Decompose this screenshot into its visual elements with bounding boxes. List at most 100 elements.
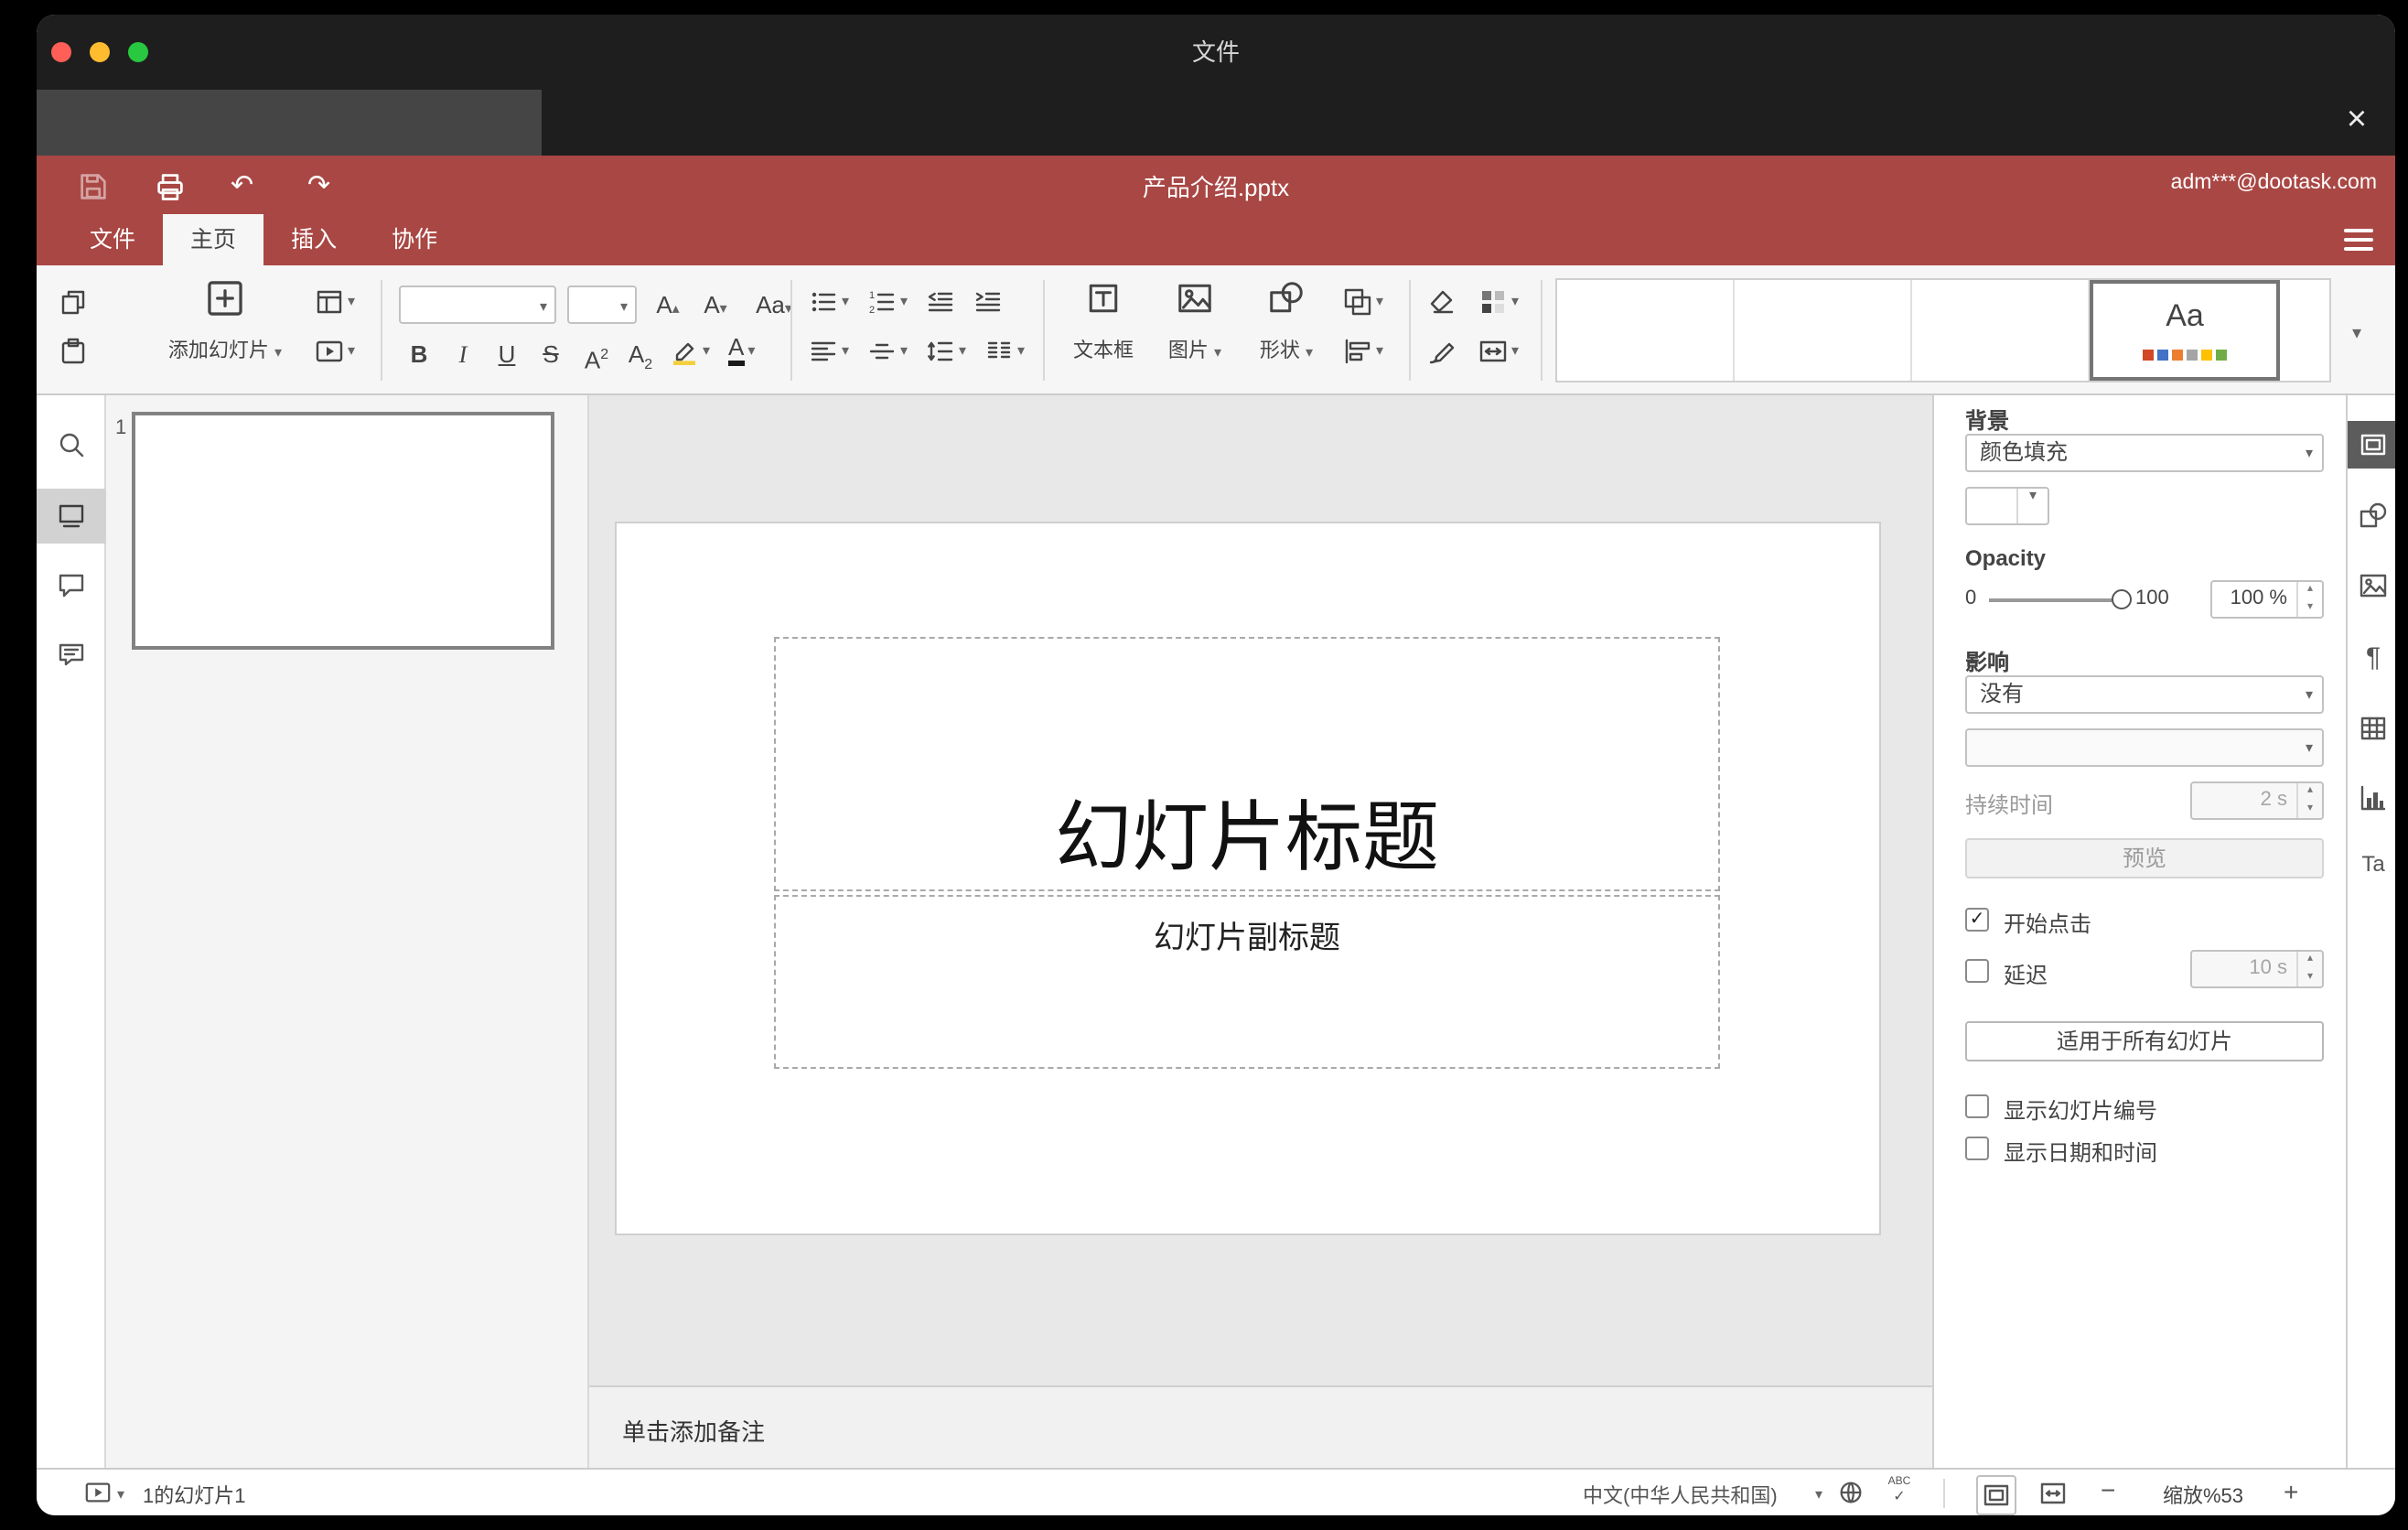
theme-item-blank-4[interactable] [2280, 280, 2329, 381]
show-date-time-checkbox[interactable] [1965, 1137, 1989, 1160]
zoom-in-icon[interactable]: + [2284, 1477, 2298, 1506]
fill-type-select[interactable]: 颜色填充 ▾ [1965, 434, 2324, 472]
notes-area[interactable]: 单击添加备注 [589, 1385, 1932, 1468]
clear-style-icon[interactable] [1427, 287, 1457, 317]
start-click-checkbox[interactable]: ✓ [1965, 908, 1989, 932]
comments-icon[interactable] [57, 571, 86, 600]
opacity-slider-knob[interactable] [2112, 589, 2132, 609]
line-spacing-button[interactable]: ▾ [926, 337, 966, 366]
traffic-zoom-button[interactable] [128, 42, 148, 62]
copy-icon[interactable] [59, 287, 88, 317]
table-settings-icon[interactable] [2359, 714, 2388, 743]
change-layout-button[interactable]: ▾ [315, 287, 355, 317]
spin-up-icon[interactable]: ▴ [2298, 582, 2322, 599]
slide-size-button[interactable]: ▾ [1478, 337, 1519, 366]
color-scheme-button[interactable]: ▾ [1478, 287, 1519, 317]
decrease-font-button[interactable]: A▾ [695, 287, 736, 324]
spellcheck-icon[interactable]: ABC ✓ [1881, 1477, 1918, 1508]
spin-down-icon[interactable]: ▾ [2298, 599, 2322, 617]
search-icon[interactable] [57, 430, 86, 459]
theme-item-blank-2[interactable] [1735, 280, 1912, 381]
language-label[interactable]: 中文(中华人民共和国) [1583, 1481, 1778, 1510]
theme-item-selected[interactable]: Aa [2090, 280, 2280, 381]
show-slide-number-checkbox[interactable] [1965, 1094, 1989, 1118]
change-case-button[interactable]: Aa▾ [747, 287, 801, 324]
numbering-button[interactable]: 1 2 ▾ [867, 287, 908, 317]
theme-item-blank-3[interactable] [1912, 280, 2090, 381]
duration-spinner[interactable]: 2 s ▴ ▾ [2190, 781, 2324, 820]
font-size-combobox[interactable]: ▾ [567, 286, 637, 324]
theme-gallery-more-button[interactable]: ▾ [2338, 278, 2375, 382]
fill-color-picker[interactable]: ▾ [1965, 487, 2049, 525]
tab-home[interactable]: 主页 [163, 214, 264, 265]
delay-checkbox[interactable] [1965, 959, 1989, 983]
fit-to-width-icon[interactable] [2038, 1479, 2068, 1508]
italic-button[interactable]: I [446, 337, 479, 373]
horizontal-align-button[interactable]: ▾ [809, 337, 849, 366]
caret-down-icon[interactable]: ▾ [117, 1487, 124, 1503]
strikethrough-button[interactable]: S [534, 337, 567, 373]
slide-settings-tab[interactable] [2348, 421, 2395, 469]
delay-spinner[interactable]: 10 s ▴ ▾ [2190, 950, 2324, 988]
show-slide-number-label: 显示幻灯片编号 [2004, 1098, 2158, 1124]
vertical-align-button[interactable]: ▾ [867, 337, 908, 366]
insert-textbox-button[interactable]: 文本框 [1061, 265, 1145, 395]
title-placeholder[interactable]: 幻灯片标题 [774, 637, 1720, 891]
font-name-combobox[interactable]: ▾ [399, 286, 556, 324]
add-slide-button[interactable]: 添加幻灯片 ▾ [143, 265, 307, 395]
slide-canvas[interactable]: 幻灯片标题 幻灯片副标题 [615, 522, 1881, 1235]
spin-down-icon[interactable]: ▾ [2298, 801, 2322, 818]
bold-button[interactable]: B [403, 337, 435, 373]
close-icon[interactable]: × [2333, 97, 2381, 145]
view-settings-icon[interactable] [2344, 229, 2373, 251]
effect-select[interactable]: 没有 ▾ [1965, 675, 2324, 714]
textart-settings-icon[interactable]: Ta [2359, 851, 2388, 880]
effect-type-select[interactable]: ▾ [1965, 728, 2324, 767]
bullets-button[interactable]: ▾ [809, 287, 849, 317]
copy-style-icon[interactable] [1427, 337, 1457, 366]
spin-up-icon[interactable]: ▴ [2298, 952, 2322, 969]
subscript-button[interactable]: A2 [622, 337, 659, 383]
fit-to-slide-icon[interactable] [1976, 1475, 2016, 1515]
increase-indent-icon[interactable] [973, 287, 1003, 317]
arrange-shapes-button[interactable]: ▾ [1343, 287, 1383, 317]
traffic-close-button[interactable] [51, 42, 71, 62]
slides-panel-icon[interactable] [57, 501, 86, 531]
caret-down-icon: ▾ [348, 342, 356, 359]
increase-font-button[interactable]: A▴ [648, 287, 688, 324]
tab-file[interactable]: 文件 [62, 214, 163, 265]
preview-button[interactable]: 预览 [1965, 838, 2324, 878]
opacity-slider-track[interactable] [1989, 598, 2124, 602]
highlight-color-button[interactable]: ▾ [670, 337, 710, 366]
subtitle-placeholder[interactable]: 幻灯片副标题 [774, 895, 1720, 1069]
tab-insert[interactable]: 插入 [263, 214, 364, 265]
start-slideshow-button[interactable]: ▾ [315, 337, 355, 366]
align-shapes-button[interactable]: ▾ [1343, 337, 1383, 366]
opacity-spinner[interactable]: 100 % ▴ ▾ [2210, 580, 2324, 619]
decrease-indent-icon[interactable] [926, 287, 955, 317]
zoom-out-icon[interactable]: − [2101, 1475, 2115, 1504]
paragraph-settings-icon[interactable]: ¶ [2359, 642, 2388, 673]
apply-to-all-slides-button[interactable]: 适用于所有幻灯片 [1965, 1021, 2324, 1061]
paste-icon[interactable] [59, 337, 88, 366]
start-slideshow-status-icon[interactable] [84, 1479, 113, 1508]
chart-settings-icon[interactable] [2359, 783, 2388, 813]
superscript-button[interactable]: A2 [578, 337, 615, 380]
spin-down-icon[interactable]: ▾ [2298, 969, 2322, 986]
shape-icon [1268, 280, 1305, 317]
spin-up-icon[interactable]: ▴ [2298, 783, 2322, 801]
underline-button[interactable]: U [490, 337, 523, 373]
insert-shape-button[interactable]: 形状 ▾ [1244, 265, 1328, 395]
tab-collaboration[interactable]: 协作 [364, 214, 465, 265]
insert-image-button[interactable]: 图片 ▾ [1153, 265, 1237, 395]
shape-settings-icon[interactable] [2359, 501, 2388, 531]
columns-button[interactable]: ▾ [984, 337, 1025, 366]
document-language-icon[interactable] [1837, 1479, 1866, 1508]
shape-label: 形状 [1259, 340, 1300, 362]
slide-thumbnail[interactable] [132, 412, 554, 650]
image-settings-icon[interactable] [2359, 571, 2388, 600]
traffic-minimize-button[interactable] [90, 42, 110, 62]
theme-item-blank-1[interactable] [1557, 280, 1735, 381]
font-color-button[interactable]: A ▾ [728, 334, 755, 366]
chat-icon[interactable] [57, 641, 86, 670]
